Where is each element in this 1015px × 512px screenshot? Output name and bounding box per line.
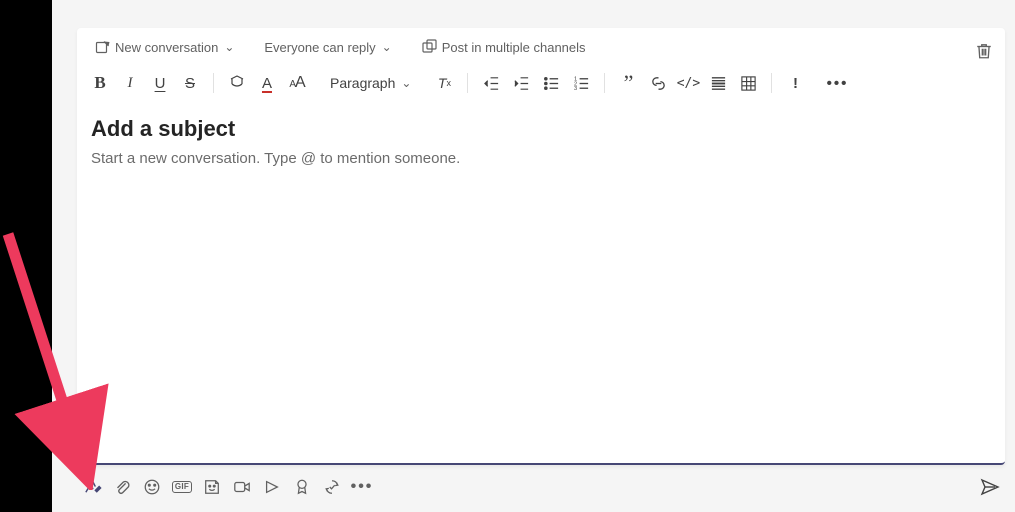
numbered-list-button[interactable]: 1 2 3 (568, 70, 594, 96)
reply-permissions-dropdown[interactable]: Everyone can reply (258, 38, 397, 57)
strikethrough-button[interactable]: S (177, 70, 203, 96)
format-toolbar: B I U S A AA Paragraph (77, 66, 1005, 100)
code-snippet-button[interactable]: </> (675, 70, 701, 96)
bold-button[interactable]: B (87, 70, 113, 96)
compose-body[interactable]: Add a subject Start a new conversation. … (77, 100, 1005, 463)
multi-channel-icon (422, 39, 438, 55)
post-multiple-channels-label: Post in multiple channels (442, 40, 586, 55)
post-multiple-channels-button[interactable]: Post in multiple channels (416, 37, 592, 57)
font-color-button[interactable]: A (254, 70, 280, 96)
outdent-button[interactable] (478, 70, 504, 96)
app-rail (0, 0, 52, 512)
separator (771, 73, 772, 93)
svg-text:3: 3 (574, 86, 577, 92)
sticker-button[interactable] (197, 472, 227, 502)
quote-button[interactable]: ” (615, 70, 641, 96)
stream-button[interactable] (257, 472, 287, 502)
new-conversation-label: New conversation (115, 40, 218, 55)
important-button[interactable]: ! (782, 70, 808, 96)
format-toggle-button[interactable] (77, 472, 107, 502)
emoji-button[interactable] (137, 472, 167, 502)
more-apps-button[interactable]: ••• (347, 472, 377, 502)
send-button[interactable] (975, 472, 1005, 502)
separator (467, 73, 468, 93)
discard-button[interactable] (975, 42, 993, 60)
praise-button[interactable] (287, 472, 317, 502)
horizontal-rule-button[interactable] (705, 70, 731, 96)
composer: New conversation Everyone can reply (77, 28, 1005, 465)
paragraph-style-dropdown[interactable]: Paragraph (326, 70, 415, 96)
font-size-button[interactable]: AA (284, 70, 310, 96)
channel-area: New conversation Everyone can reply (52, 0, 1015, 512)
subject-input[interactable]: Add a subject (91, 116, 991, 142)
new-conversation-dropdown[interactable]: New conversation (89, 37, 240, 57)
gif-button[interactable]: GIF (167, 472, 197, 502)
separator (213, 73, 214, 93)
italic-button[interactable]: I (117, 70, 143, 96)
clear-formatting-button[interactable]: Tx (431, 70, 457, 96)
more-format-options-button[interactable]: ••• (824, 70, 850, 96)
link-button[interactable] (645, 70, 671, 96)
approvals-button[interactable] (317, 472, 347, 502)
insert-table-button[interactable] (735, 70, 761, 96)
highlight-button[interactable] (224, 70, 250, 96)
message-input[interactable]: Start a new conversation. Type @ to ment… (91, 150, 991, 167)
composer-header: New conversation Everyone can reply (77, 28, 1005, 66)
attach-button[interactable] (107, 472, 137, 502)
compose-actions-bar: GIF (77, 470, 1005, 504)
separator (604, 73, 605, 93)
compose-icon (95, 39, 111, 55)
underline-button[interactable]: U (147, 70, 173, 96)
indent-button[interactable] (508, 70, 534, 96)
bulleted-list-button[interactable] (538, 70, 564, 96)
meet-now-button[interactable] (227, 472, 257, 502)
reply-permissions-label: Everyone can reply (264, 40, 375, 55)
